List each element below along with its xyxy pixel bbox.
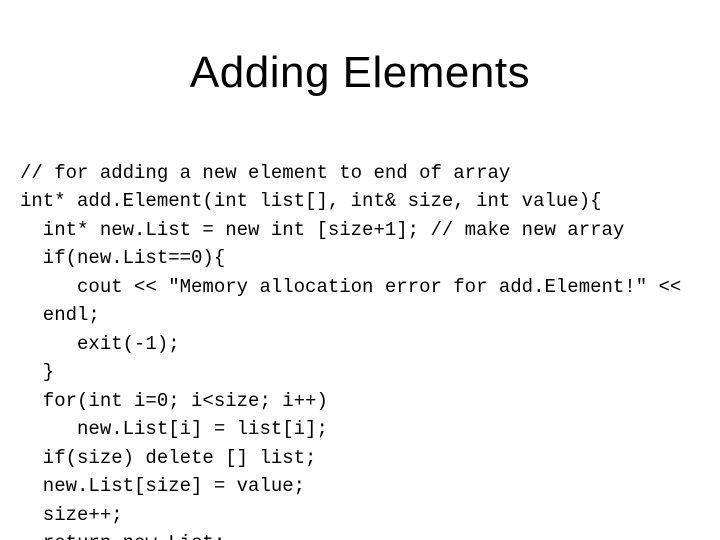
code-line: cout << "Memory allocation error for add… bbox=[20, 276, 681, 298]
code-line: if(new.List==0){ bbox=[20, 247, 225, 269]
code-line: // for adding a new element to end of ar… bbox=[20, 162, 510, 184]
code-line: new.List[i] = list[i]; bbox=[20, 418, 328, 440]
slide-title: Adding Elements bbox=[0, 48, 720, 98]
code-line: return new.List; bbox=[20, 532, 225, 540]
code-line: } bbox=[20, 361, 54, 383]
code-line: if(size) delete [] list; bbox=[20, 447, 316, 469]
code-line: size++; bbox=[20, 504, 123, 526]
code-block: // for adding a new element to end of ar… bbox=[20, 130, 700, 540]
slide: Adding Elements // for adding a new elem… bbox=[0, 0, 720, 540]
code-line: endl; bbox=[20, 304, 100, 326]
code-line: int* new.List = new int [size+1]; // mak… bbox=[20, 219, 624, 241]
code-line: for(int i=0; i<size; i++) bbox=[20, 390, 328, 412]
code-line: exit(-1); bbox=[20, 333, 180, 355]
code-line: new.List[size] = value; bbox=[20, 475, 305, 497]
code-line: int* add.Element(int list[], int& size, … bbox=[20, 190, 602, 212]
